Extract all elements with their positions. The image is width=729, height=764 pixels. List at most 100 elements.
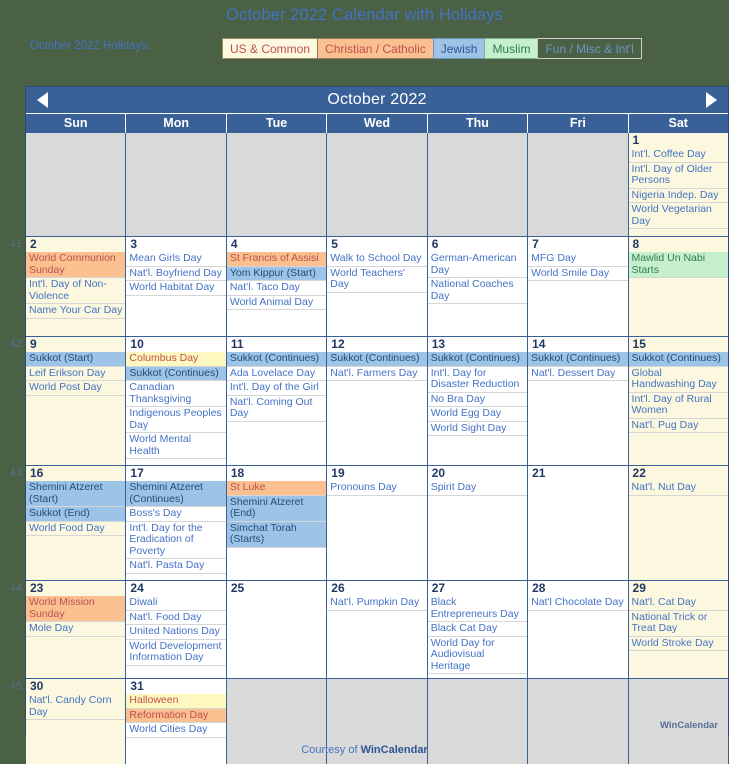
holiday-event[interactable]: Nat'l. Boyfriend Day (126, 267, 226, 281)
holiday-event[interactable]: World Habitat Day (126, 281, 226, 296)
holiday-event[interactable]: Nat'l. Pug Day (628, 419, 728, 433)
holiday-event[interactable]: Mean Girls Day (126, 252, 226, 267)
holiday-event[interactable]: Nigeria Indep. Day (628, 189, 728, 203)
holiday-event[interactable]: World Animal Day (226, 296, 327, 310)
holiday-event[interactable]: World Mental Health (126, 433, 226, 459)
day-cell[interactable]: 4 St Francis of Assisi Yom Kippur (Start) N… (226, 237, 328, 336)
next-month-arrow-icon[interactable] (706, 92, 717, 108)
holiday-event[interactable]: World Sight Day (427, 422, 528, 436)
holiday-event[interactable]: Sukkot (Continues) (327, 352, 427, 367)
day-cell[interactable]: 3 Mean Girls Day Nat'l. Boyfriend Day World… (126, 237, 227, 336)
holiday-event[interactable]: Reformation Day (126, 708, 226, 723)
holiday-event[interactable]: World Day for Audiovisual Heritage (427, 637, 528, 674)
day-cell[interactable]: 18 St Luke Shemini Atzeret (End) Simchat To… (226, 466, 328, 580)
holiday-event[interactable]: MFG Day (528, 252, 628, 267)
holiday-event[interactable]: Sukkot (End) (26, 507, 126, 522)
footer-credit-brand[interactable]: WinCalendar (361, 744, 428, 756)
day-cell[interactable]: 20 Spirit Day (427, 466, 529, 580)
holiday-event[interactable]: Nat'l. Food Day (126, 611, 226, 625)
holiday-event[interactable]: Nat'l. Pumpkin Day (327, 596, 427, 611)
holiday-event[interactable]: Nat'l. Dessert Day (528, 367, 628, 381)
holiday-event[interactable]: World Mission Sunday (26, 596, 126, 622)
holiday-event[interactable]: National Trick or Treat Day (628, 611, 728, 637)
day-cell[interactable]: 22 Nat'l. Nut Day (628, 466, 728, 580)
holiday-event[interactable]: Indigenous Peoples Day (126, 407, 226, 433)
day-cell[interactable]: 9 Sukkot (Start) Leif Erikson Day World Pos… (26, 337, 127, 465)
day-cell[interactable]: 24 Diwali Nat'l. Food Day United Nations Da… (126, 581, 227, 678)
holiday-event[interactable]: No Bra Day (427, 393, 528, 407)
holiday-event[interactable]: Nat'l. Taco Day (226, 281, 327, 296)
holiday-event[interactable]: Int'l. Day of Older Persons (628, 163, 728, 189)
day-cell[interactable]: 13 Sukkot (Continues) Int'l. Day for Disas… (427, 337, 529, 465)
day-cell[interactable]: 17 Shemini Atzeret (Continues) Boss's Day I… (126, 466, 227, 580)
day-cell[interactable]: 8 Mawlid Un Nabi Starts (628, 237, 728, 336)
holiday-event[interactable]: Int'l. Day of Non-Violence (26, 278, 126, 304)
holiday-event[interactable]: Nat'l. Nut Day (628, 481, 728, 496)
legend-chip-mus[interactable]: Muslim (484, 38, 539, 59)
day-cell[interactable]: 15 Sukkot (Continues) Global Handwashing D… (628, 337, 728, 465)
holiday-event[interactable]: World Egg Day (427, 407, 528, 422)
day-cell[interactable]: 10 Columbus Day Sukkot (Continues) Canadian… (126, 337, 227, 465)
holiday-event[interactable]: Halloween (126, 694, 226, 709)
holiday-event[interactable]: Sukkot (Continues) (628, 352, 728, 367)
holiday-event[interactable]: Yom Kippur (Start) (226, 266, 327, 281)
holiday-event[interactable]: World Development Information Day (126, 640, 226, 666)
day-cell[interactable]: 27 Black Entrepreneurs Day Black Cat Day Wo… (427, 581, 529, 678)
holiday-event[interactable]: World Stroke Day (628, 637, 728, 651)
holiday-event[interactable]: World Smile Day (528, 267, 628, 281)
holiday-event[interactable]: Int'l. Day of Rural Women (628, 393, 728, 419)
holiday-event[interactable]: Black Entrepreneurs Day (427, 596, 528, 622)
holiday-event[interactable]: German-American Day (427, 252, 528, 278)
holiday-event[interactable]: Int'l. Day for the Eradication of Povert… (126, 522, 226, 559)
day-cell[interactable]: 25 (226, 581, 328, 678)
holiday-event[interactable]: Ada Lovelace Day (226, 367, 327, 381)
legend-chip-us[interactable]: US & Common (222, 38, 319, 59)
day-cell[interactable]: 23 World Mission Sunday Mole Day (26, 581, 127, 678)
holiday-event[interactable]: Sukkot (Start) (26, 352, 126, 367)
holiday-event[interactable]: World Communion Sunday (26, 252, 126, 278)
day-cell[interactable]: 28 Nat'l Chocolate Day (528, 581, 629, 678)
holiday-event[interactable]: Sukkot (Continues) (226, 352, 327, 367)
legend-chip-jew[interactable]: Jewish (432, 38, 486, 59)
holiday-event[interactable]: World Post Day (26, 381, 126, 396)
holiday-event[interactable]: Leif Erikson Day (26, 367, 126, 381)
holiday-event[interactable]: Sukkot (Continues) (126, 366, 226, 381)
holiday-event[interactable]: Int'l. Day for Disaster Reduction (427, 367, 528, 393)
legend-chip-fun[interactable]: Fun / Misc & Int'l (537, 38, 642, 59)
holiday-event[interactable]: Mole Day (26, 622, 126, 637)
holiday-event[interactable]: United Nations Day (126, 625, 226, 640)
day-cell[interactable]: 6 German-American Day National Coaches Day (427, 237, 529, 336)
holiday-event[interactable]: World Food Day (26, 522, 126, 536)
day-cell[interactable]: 7 MFG Day World Smile Day (528, 237, 629, 336)
holiday-event[interactable]: Int'l. Day of the Girl (226, 381, 327, 396)
day-cell[interactable]: 1 Int'l. Coffee Day Int'l. Day of Older Pe… (628, 133, 728, 236)
holiday-event[interactable]: Pronouns Day (327, 481, 427, 496)
holiday-event[interactable]: Shemini Atzeret (End) (226, 495, 327, 522)
day-cell[interactable]: 12 Sukkot (Continues) Nat'l. Farmers Day (327, 337, 428, 465)
holiday-event[interactable]: Simchat Torah (Starts) (226, 521, 327, 548)
day-cell[interactable]: 2 World Communion Sunday Int'l. Day of Non… (26, 237, 127, 336)
holiday-event[interactable]: Walk to School Day (327, 252, 427, 267)
holiday-event[interactable]: Nat'l. Farmers Day (327, 367, 427, 381)
holiday-event[interactable]: St Francis of Assisi (226, 252, 327, 267)
day-cell[interactable]: 5 Walk to School Day World Teachers' Day (327, 237, 428, 336)
holiday-event[interactable]: Canadian Thanksgiving (126, 381, 226, 407)
holiday-event[interactable]: Black Cat Day (427, 622, 528, 637)
holiday-event[interactable]: Int'l. Coffee Day (628, 148, 728, 163)
day-cell[interactable]: 14 Sukkot (Continues) Nat'l. Dessert Day (528, 337, 629, 465)
holiday-event[interactable]: Global Handwashing Day (628, 367, 728, 393)
holiday-event[interactable]: Boss's Day (126, 507, 226, 522)
holiday-event[interactable]: Shemini Atzeret (Start) (26, 481, 126, 507)
holiday-event[interactable]: Nat'l. Pasta Day (126, 559, 226, 574)
holiday-event[interactable]: Sukkot (Continues) (528, 352, 628, 367)
day-cell[interactable]: 11 Sukkot (Continues) Ada Lovelace Day Int'… (226, 337, 328, 465)
holiday-event[interactable]: World Teachers' Day (327, 267, 427, 293)
holiday-event[interactable]: World Cities Day (126, 723, 226, 738)
holiday-event[interactable]: Nat'l. Cat Day (628, 596, 728, 611)
day-cell[interactable]: 21 (528, 466, 629, 580)
previous-month-arrow-icon[interactable] (37, 92, 48, 108)
holiday-event[interactable]: National Coaches Day (427, 278, 528, 304)
holiday-event[interactable]: Mawlid Un Nabi Starts (628, 252, 728, 278)
holiday-event[interactable]: Nat'l. Coming Out Day (226, 396, 327, 422)
holiday-event[interactable]: Diwali (126, 596, 226, 611)
